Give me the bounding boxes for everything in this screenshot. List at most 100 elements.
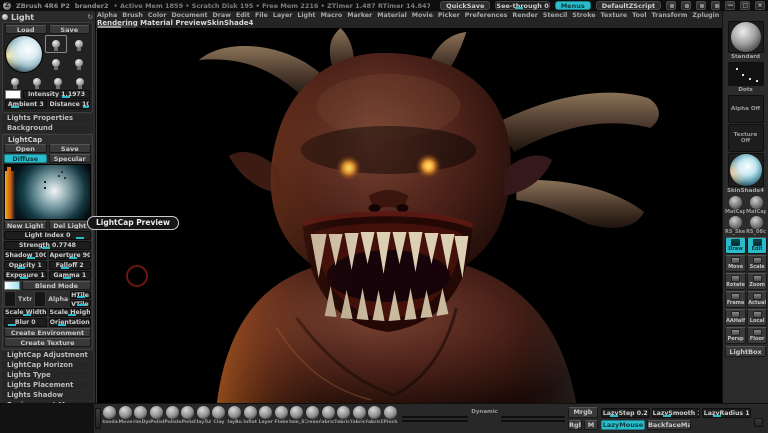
brush-preset[interactable]: Dam_St (289, 406, 305, 425)
lightcap-title[interactable]: LightCap (4, 136, 91, 144)
collapsed-section-header[interactable]: Lights Shadow (2, 391, 93, 400)
lazy-mouse-button[interactable]: LazyMouse (601, 420, 645, 430)
menu-item[interactable]: Preferences (465, 12, 508, 19)
brush-preset[interactable]: Inflat (242, 406, 258, 425)
see-through-slider[interactable]: See-through 0 (495, 1, 549, 10)
brush-preset[interactable]: Clay (211, 406, 227, 425)
nav-button[interactable]: Floor (747, 327, 767, 344)
distance-slider[interactable]: Distance 100 (49, 100, 91, 109)
light-intensity-slider[interactable]: Intensity 1.1973 (23, 90, 90, 99)
slider-thumb[interactable] (61, 267, 69, 269)
menu-item[interactable]: Render (512, 12, 538, 19)
brush-preset[interactable]: Polish (164, 406, 180, 425)
alpha-thumbnail[interactable] (34, 291, 46, 307)
scale-width-slider[interactable]: Scale Width (4, 308, 47, 317)
exposure-slider[interactable]: Exposure 1 (4, 271, 47, 280)
light-index-slider[interactable]: Light Index 0 (4, 231, 91, 240)
current-stroke-thumbnail[interactable] (728, 62, 764, 86)
brush-preset[interactable]: ePolish (149, 406, 165, 425)
lightcap-light-marker[interactable] (7, 167, 11, 171)
z-intensity-slider[interactable]: Z Intensity 25 (501, 416, 565, 418)
light-switch-bulb[interactable] (48, 74, 69, 89)
menu-item[interactable]: Material (377, 12, 406, 19)
window-minimize-button[interactable]: — (725, 1, 735, 10)
menu-item[interactable]: Picker (438, 12, 460, 19)
brush-preset[interactable]: Standar (102, 406, 118, 425)
nav-button[interactable]: Actual (747, 291, 767, 308)
menu-item[interactable]: Movie (412, 12, 433, 19)
slider-thumb[interactable] (8, 324, 16, 326)
light-palette-header[interactable]: Light ↻ (2, 12, 93, 22)
opacity-slider[interactable]: Opacity 1 (4, 261, 47, 270)
brush-preset[interactable]: Crease (305, 406, 321, 425)
slider-thumb[interactable] (713, 415, 721, 417)
zscript-record-icon[interactable] (666, 1, 676, 10)
slider-thumb[interactable] (58, 324, 66, 326)
light-placement-sphere[interactable] (5, 35, 43, 73)
brush-preset[interactable]: FabricY (336, 406, 352, 425)
blur-slider[interactable]: Blur 0 (4, 318, 47, 327)
lightcap-open-button[interactable]: Open (4, 144, 47, 153)
menu-item[interactable]: Tool (632, 12, 646, 19)
light-save-button[interactable]: Save (49, 25, 91, 34)
slider-thumb[interactable] (663, 415, 671, 417)
slider-thumb[interactable] (62, 96, 70, 98)
focal-shift-slider[interactable]: Focal Shift 0 (402, 420, 468, 422)
strength-slider[interactable]: Strength 0.7748 (4, 241, 91, 250)
nav-button[interactable]: Persp (725, 327, 746, 344)
menu-item[interactable]: Transform (652, 12, 688, 19)
brush-preset[interactable]: ClayTub (196, 406, 212, 425)
lazy-step-slider[interactable]: LazyStep 0.2 (601, 408, 650, 418)
shadow-slider[interactable]: Shadow 100 (4, 251, 47, 260)
nav-button[interactable]: Local (747, 309, 767, 326)
slider-thumb[interactable] (27, 257, 35, 259)
brush-preset[interactable]: FabricS (320, 406, 336, 425)
light-switch-bulb[interactable] (68, 35, 90, 53)
draw-size-slider[interactable]: Draw Size 64 (402, 416, 468, 418)
slider-thumb[interactable] (518, 416, 526, 417)
menu-item[interactable]: Alpha (97, 12, 117, 19)
brush-preset[interactable]: Flake (274, 406, 290, 425)
lazy-radius-slider[interactable]: LazyRadius 1 (702, 408, 751, 418)
aperture-slider[interactable]: Aperture 90 (49, 251, 92, 260)
current-alpha-thumbnail[interactable]: Alpha Off (728, 95, 764, 123)
menus-toggle-button[interactable]: Menus (555, 1, 591, 10)
lazy-smooth-slider[interactable]: LazySmooth 1 (652, 408, 701, 418)
nav-button[interactable]: Move (725, 255, 746, 272)
orientation-slider[interactable]: Orientation (49, 318, 92, 327)
collapsed-section-header[interactable]: Lights Placement (2, 381, 93, 390)
menu-item[interactable]: Draw (213, 12, 231, 19)
window-close-button[interactable]: × (755, 1, 765, 10)
collapsed-section-header[interactable]: Lights Type (2, 371, 93, 380)
htile-slider[interactable]: HTile 1 (70, 291, 91, 299)
slider-thumb[interactable] (42, 247, 50, 249)
slider-thumb[interactable] (77, 304, 85, 306)
menu-item[interactable]: Stencil (543, 12, 567, 19)
brush-preset[interactable]: Move (118, 406, 134, 425)
vtile-slider[interactable]: VTile 1 (70, 300, 91, 308)
slider-thumb[interactable] (443, 416, 451, 417)
scale-height-slider[interactable]: Scale Height (49, 308, 92, 317)
material-slot[interactable]: RS_Sket (725, 216, 745, 235)
gamma-slider[interactable]: Gamma 1 (49, 271, 92, 280)
lightcap-color-swatch[interactable] (4, 281, 20, 290)
slider-thumb[interactable] (610, 415, 618, 417)
slider-thumb[interactable] (23, 314, 31, 316)
lightcap-save-button[interactable]: Save (49, 144, 92, 153)
nav-button[interactable]: AAHalf (725, 309, 746, 326)
slider-thumb[interactable] (20, 277, 28, 279)
menu-item[interactable]: Document (171, 12, 207, 19)
brush-preset[interactable]: Pinch (383, 406, 399, 425)
help-icon[interactable] (711, 1, 721, 10)
slider-thumb[interactable] (515, 7, 523, 9)
window-restore-button[interactable]: □ (740, 1, 750, 10)
blend-mode-button[interactable]: Blend Mode (22, 281, 91, 290)
light-switch-bulb[interactable] (5, 74, 26, 89)
menu-item[interactable]: Marker (347, 12, 372, 19)
menu-item[interactable]: Macro (321, 12, 343, 19)
txtr-thumbnail[interactable] (4, 291, 16, 307)
light-switch-bulb[interactable] (45, 54, 67, 72)
sculpt-viewport[interactable] (96, 28, 722, 403)
tab-diffuse[interactable]: Diffuse (4, 154, 47, 163)
ambient-slider[interactable]: Ambient 3 (5, 100, 47, 109)
